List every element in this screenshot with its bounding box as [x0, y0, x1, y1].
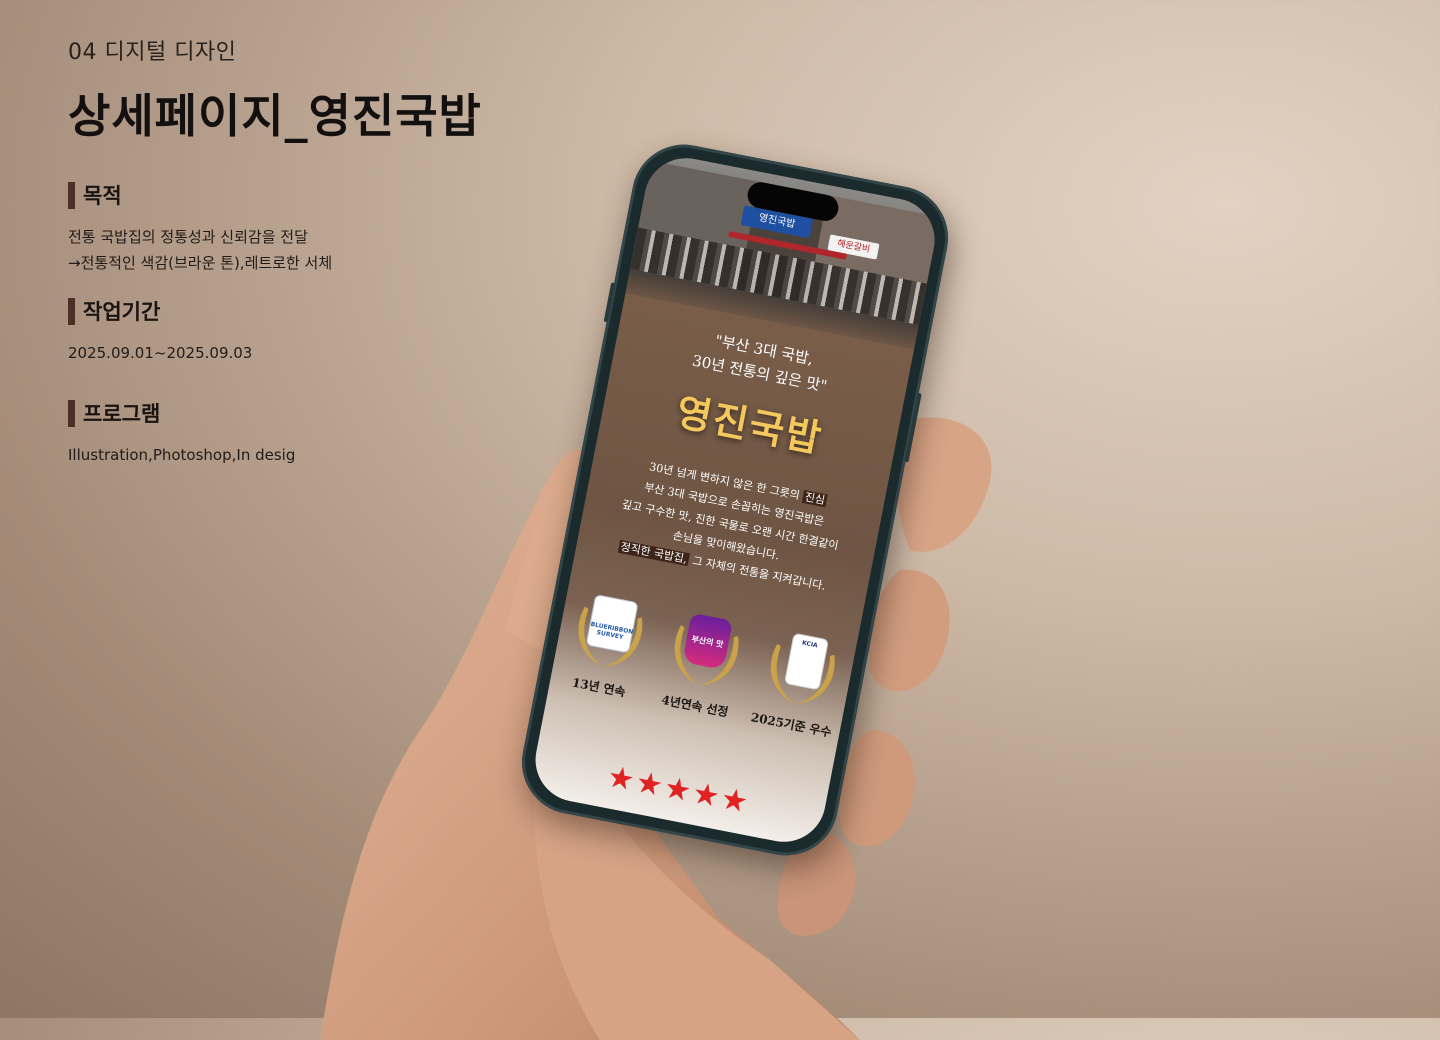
awards-row: BLUERIBBON SURVEY 13년 연속 부산의 맛 4년연속 선정 K…	[549, 583, 858, 742]
power-button	[904, 392, 922, 463]
program-heading: 프로그램	[68, 398, 295, 428]
program-heading-text: 프로그램	[83, 402, 161, 426]
program-section: 프로그램 Illustration,Photoshop,In desig	[68, 398, 295, 468]
laurel-wreath-icon: 부산의 맛	[658, 603, 754, 699]
period-heading-text: 작업기간	[83, 300, 161, 324]
program-value: Illustration,Photoshop,In desig	[68, 446, 296, 464]
purpose-heading: 목적	[68, 180, 332, 210]
purpose-line-1: 전통 국밥집의 정통성과 신뢰감을 전달	[68, 228, 308, 246]
story-highlight-1: 진심	[801, 490, 829, 508]
category-subtitle: 04 디지털 디자인	[68, 40, 237, 65]
kcia-badge-text: KCIA	[801, 639, 819, 650]
purpose-section: 목적 전통 국밥집의 정통성과 신뢰감을 전달 →전통적인 색감(브라운 톤),…	[68, 180, 332, 276]
laurel-wreath-icon: BLUERIBBON SURVEY	[561, 584, 657, 680]
phone-screen[interactable]: 영진국밥 해운갈비 "부산 3대 국밥, 30년 전통의 깊은 맛" 영진국밥 …	[528, 150, 942, 850]
period-section: 작업기간 2025.09.01~2025.09.03	[68, 296, 252, 366]
period-value: 2025.09.01~2025.09.03	[68, 344, 253, 362]
period-heading: 작업기간	[68, 296, 252, 326]
section-bar	[68, 399, 75, 427]
section-bar	[68, 297, 75, 325]
purpose-line-2: →전통적인 색감(브라운 톤),레트로한 서체	[68, 254, 333, 272]
rating-stars: ★★★★★	[604, 759, 753, 822]
award-busan-taste: 부산의 맛 4년연속 선정	[648, 602, 758, 723]
section-bar	[68, 181, 75, 209]
purpose-heading-text: 목적	[83, 184, 122, 208]
award-blueribbon: BLUERIBBON SURVEY 13년 연속	[552, 583, 662, 704]
purpose-body: 전통 국밥집의 정통성과 신뢰감을 전달 →전통적인 색감(브라운 톤),레트로…	[68, 224, 332, 276]
phone-frame: 영진국밥 해운갈비 "부산 3대 국밥, 30년 전통의 깊은 맛" 영진국밥 …	[513, 135, 957, 865]
busan-taste-badge-text: 부산의 맛	[690, 634, 725, 650]
laurel-wreath-icon: KCIA	[754, 622, 850, 718]
volume-button	[603, 282, 616, 323]
phone-mockup: 영진국밥 해운갈비 "부산 3대 국밥, 30년 전통의 깊은 맛" 영진국밥 …	[500, 135, 1020, 910]
page-title: 상세페이지_영진국밥	[68, 89, 482, 143]
blueribbon-badge-text: BLUERIBBON SURVEY	[589, 620, 634, 642]
info-panel: 04 디지털 디자인 상세페이지_영진국밥	[68, 34, 588, 146]
award-kcia: KCIA 2025기준 우수	[744, 621, 854, 742]
story-text: 30년 넘게 변하지 않은 한 그릇의 진심 부산 3대 국밥으로 손꼽히는 영…	[590, 448, 871, 602]
